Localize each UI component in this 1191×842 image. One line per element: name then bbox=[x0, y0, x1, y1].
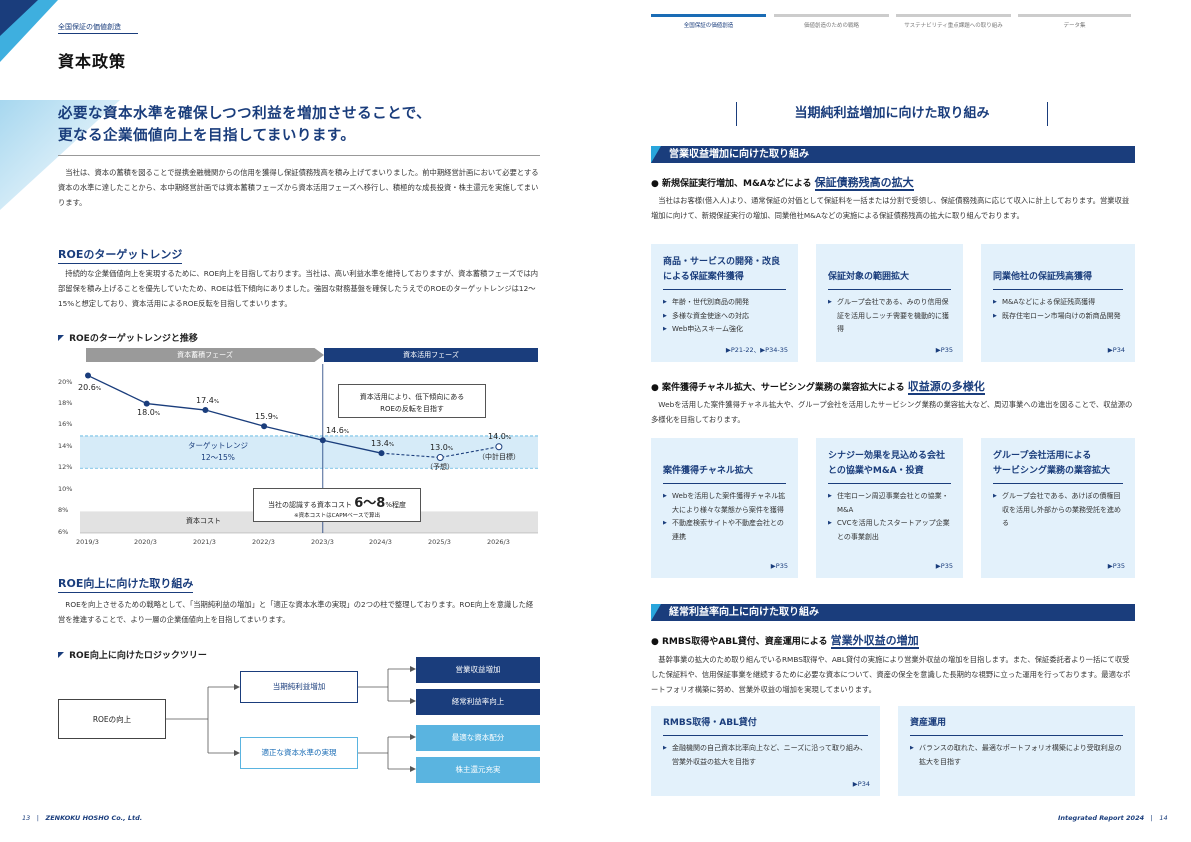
data-point bbox=[378, 450, 385, 457]
intro-text: 当社は、資本の蓄積を図ることで提携金融機関からの信用を獲得し保証債務残高を積み上… bbox=[58, 168, 539, 207]
data-label: 15.9% bbox=[255, 412, 279, 421]
tree-leaf-allocation: 最適な資本配分 bbox=[416, 725, 540, 751]
tree-leaf-revenue: 営業収益増加 bbox=[416, 657, 540, 683]
data-label: 17.4% bbox=[196, 396, 220, 405]
improve-heading: ROE向上に向けた取り組み bbox=[58, 572, 194, 593]
improve-text: ROEを向上させるための戦略として、「当期純利益の増加」と「適正な資本水準の実現… bbox=[58, 600, 534, 624]
card-channel: 案件獲得チャネル拡大 Webを活用した案件獲得チャネル拡大により様々な業態から案… bbox=[651, 438, 798, 578]
data-point bbox=[261, 423, 268, 430]
data-label: 13.0% bbox=[430, 443, 454, 452]
bullet-text-2: Webを活用した案件獲得チャネル拡大や、グループ会社を活用したサービシング業務の… bbox=[651, 400, 1133, 424]
band-revenue: 営業収益増加に向けた取り組み bbox=[651, 146, 1135, 163]
nav-data[interactable]: データ集 bbox=[1018, 14, 1131, 34]
figure-mark-icon bbox=[58, 335, 64, 341]
band-margin: 経常利益率向上に向けた取り組み bbox=[651, 604, 1135, 621]
data-label: 20.6% bbox=[78, 383, 102, 392]
x-tick: 2024/3 bbox=[369, 538, 392, 546]
note-reversal: 資本活用により、低下傾向にある ROEの反転を目指す bbox=[338, 384, 486, 418]
right-heading: 当期純利益増加に向けた取り組み bbox=[736, 102, 1048, 126]
chart-heading: ROEのターゲットレンジと推移 bbox=[58, 326, 198, 345]
page-title: 資本政策 bbox=[58, 52, 127, 71]
roe-chart: 資本蓄積フェーズ 資本活用フェーズ 20% 18% 16% 14% 12% 10… bbox=[58, 348, 538, 548]
bullet-heading-1: ● 新規保証実行増加、M&Aなどによる 保証債務残高の拡大 bbox=[651, 176, 914, 191]
page-ref-link[interactable]: ▶P21-22、▶P34-35 bbox=[726, 344, 788, 354]
roe-section-heading: ROEのターゲットレンジ bbox=[58, 243, 183, 264]
lead-line-2: 更なる企業価値向上を目指してまいります。 bbox=[58, 128, 356, 144]
nav-strategy[interactable]: 価値創造のための戦略 bbox=[774, 14, 889, 34]
card-competitor: 同業他社の保証残高獲得 M&Aなどによる保証残高獲得 既存住宅ローン市場向けの新… bbox=[981, 244, 1135, 362]
data-label: 18.0% bbox=[137, 408, 161, 417]
lead-line-1: 必要な資本水準を確保しつつ利益を増加させることで、 bbox=[58, 106, 432, 122]
card-synergy: シナジー効果を見込める会社との協業やM&A・投資 住宅ローン周辺事業会社との協業… bbox=[816, 438, 963, 578]
cost-label: 資本コスト bbox=[186, 517, 221, 525]
y-tick: 12% bbox=[58, 463, 73, 471]
data-label: 14.6% bbox=[326, 426, 350, 435]
y-tick: 14% bbox=[58, 442, 73, 450]
card-product-dev: 商品・サービスの開発・改良による保証案件獲得 年齢・世代別商品の開発 多様な資金… bbox=[651, 244, 798, 362]
target-range-band bbox=[80, 435, 538, 469]
page-ref-link[interactable]: ▶P34 bbox=[1108, 346, 1125, 354]
card-asset-mgmt: 資産運用 バランスの取れた、最適なポートフォリオ構築により受取利息の拡大を目指す bbox=[898, 706, 1135, 796]
data-point-forecast bbox=[495, 443, 503, 451]
footer-right: Integrated Report 2024 | 14 bbox=[1058, 814, 1168, 822]
data-point bbox=[143, 400, 150, 407]
logic-tree: ROEの向上 当期純利益増加 適正な資本水準の実現 営業収益増加 経常利益率向上… bbox=[58, 655, 540, 785]
forecast-label: （予想） bbox=[426, 463, 454, 471]
page-ref-link[interactable]: ▶P35 bbox=[1108, 562, 1125, 570]
y-tick: 6% bbox=[58, 528, 69, 536]
card-rmbs: RMBS取得・ABL貸付 金融機関の自己資本比率向上など、ニーズに沿って取り組み… bbox=[651, 706, 880, 796]
data-label: 13.4% bbox=[371, 439, 395, 448]
tree-branch-capital: 適正な資本水準の実現 bbox=[240, 737, 358, 769]
data-label: 14.0% bbox=[488, 432, 512, 441]
footer-left: 13 | ZENKOKU HOSHO Co., Ltd. bbox=[22, 814, 143, 822]
bullet-heading-3: ● RMBS取得やABL貸付、資産運用による 営業外収益の増加 bbox=[651, 634, 919, 649]
y-tick: 18% bbox=[58, 399, 73, 407]
page-ref-link[interactable]: ▶P35 bbox=[936, 562, 953, 570]
tree-leaf-returns: 株主還元充実 bbox=[416, 757, 540, 783]
y-tick: 16% bbox=[58, 420, 73, 428]
nav-value-creation[interactable]: 全国保証の価値創造 bbox=[651, 14, 766, 34]
x-tick: 2026/3 bbox=[487, 538, 510, 546]
card-servicing: グループ会社活用によるサービシング業務の業容拡大 グループ会社である、あけぼの債… bbox=[981, 438, 1135, 578]
bullet-text-1: 当社はお客様(借入人)より、通常保証の対価として保証料を一括または分割で受領し、… bbox=[651, 196, 1130, 220]
tree-root: ROEの向上 bbox=[58, 699, 166, 739]
x-tick: 2019/3 bbox=[76, 538, 99, 546]
tree-branch-net-income: 当期純利益増加 bbox=[240, 671, 358, 703]
data-point bbox=[202, 407, 209, 414]
nav-sustainability[interactable]: サステナビリティ重点課題への取り組み bbox=[896, 14, 1011, 34]
x-tick: 2025/3 bbox=[428, 538, 451, 546]
tree-leaf-margin: 経常利益率向上 bbox=[416, 689, 540, 715]
target-label: （中計目標） bbox=[478, 453, 520, 461]
y-tick: 20% bbox=[58, 378, 73, 386]
data-point bbox=[319, 437, 326, 444]
data-point-forecast bbox=[436, 454, 444, 461]
page-ref-link[interactable]: ▶P35 bbox=[936, 346, 953, 354]
x-tick: 2020/3 bbox=[134, 538, 157, 546]
y-tick: 8% bbox=[58, 506, 69, 514]
card-scope: 保証対象の範囲拡大 グループ会社である、みのり信用保証を活用しニッチ需要を機動的… bbox=[816, 244, 963, 362]
section-kicker: 全国保証の価値創造 bbox=[58, 23, 121, 31]
y-tick: 10% bbox=[58, 485, 73, 493]
lead-rule bbox=[58, 155, 540, 156]
note-capital-cost: 当社の認識する資本コスト 6～8%程度 ※資本コストはCAPMベースで算出 bbox=[253, 488, 421, 522]
target-range-label: ターゲットレンジ 12～15% bbox=[188, 441, 248, 462]
bullet-text-3: 基幹事業の拡大のため取り組んでいるRMBS取得や、ABL貸付の実施により営業外収… bbox=[651, 655, 1131, 694]
x-tick: 2021/3 bbox=[193, 538, 216, 546]
kicker-rule bbox=[58, 33, 138, 34]
data-point bbox=[85, 372, 91, 379]
corner-decor bbox=[0, 0, 38, 36]
x-tick: 2023/3 bbox=[311, 538, 334, 546]
page-ref-link[interactable]: ▶P34 bbox=[853, 780, 870, 788]
x-tick: 2022/3 bbox=[252, 538, 275, 546]
roe-section-text: 持続的な企業価値向上を実現するために、ROE向上を目指しております。当社は、高い… bbox=[58, 269, 539, 308]
bullet-heading-2: ● 案件獲得チャネル拡大、サービシング業務の業容拡大による 収益源の多様化 bbox=[651, 380, 985, 395]
page-ref-link[interactable]: ▶P35 bbox=[771, 562, 788, 570]
